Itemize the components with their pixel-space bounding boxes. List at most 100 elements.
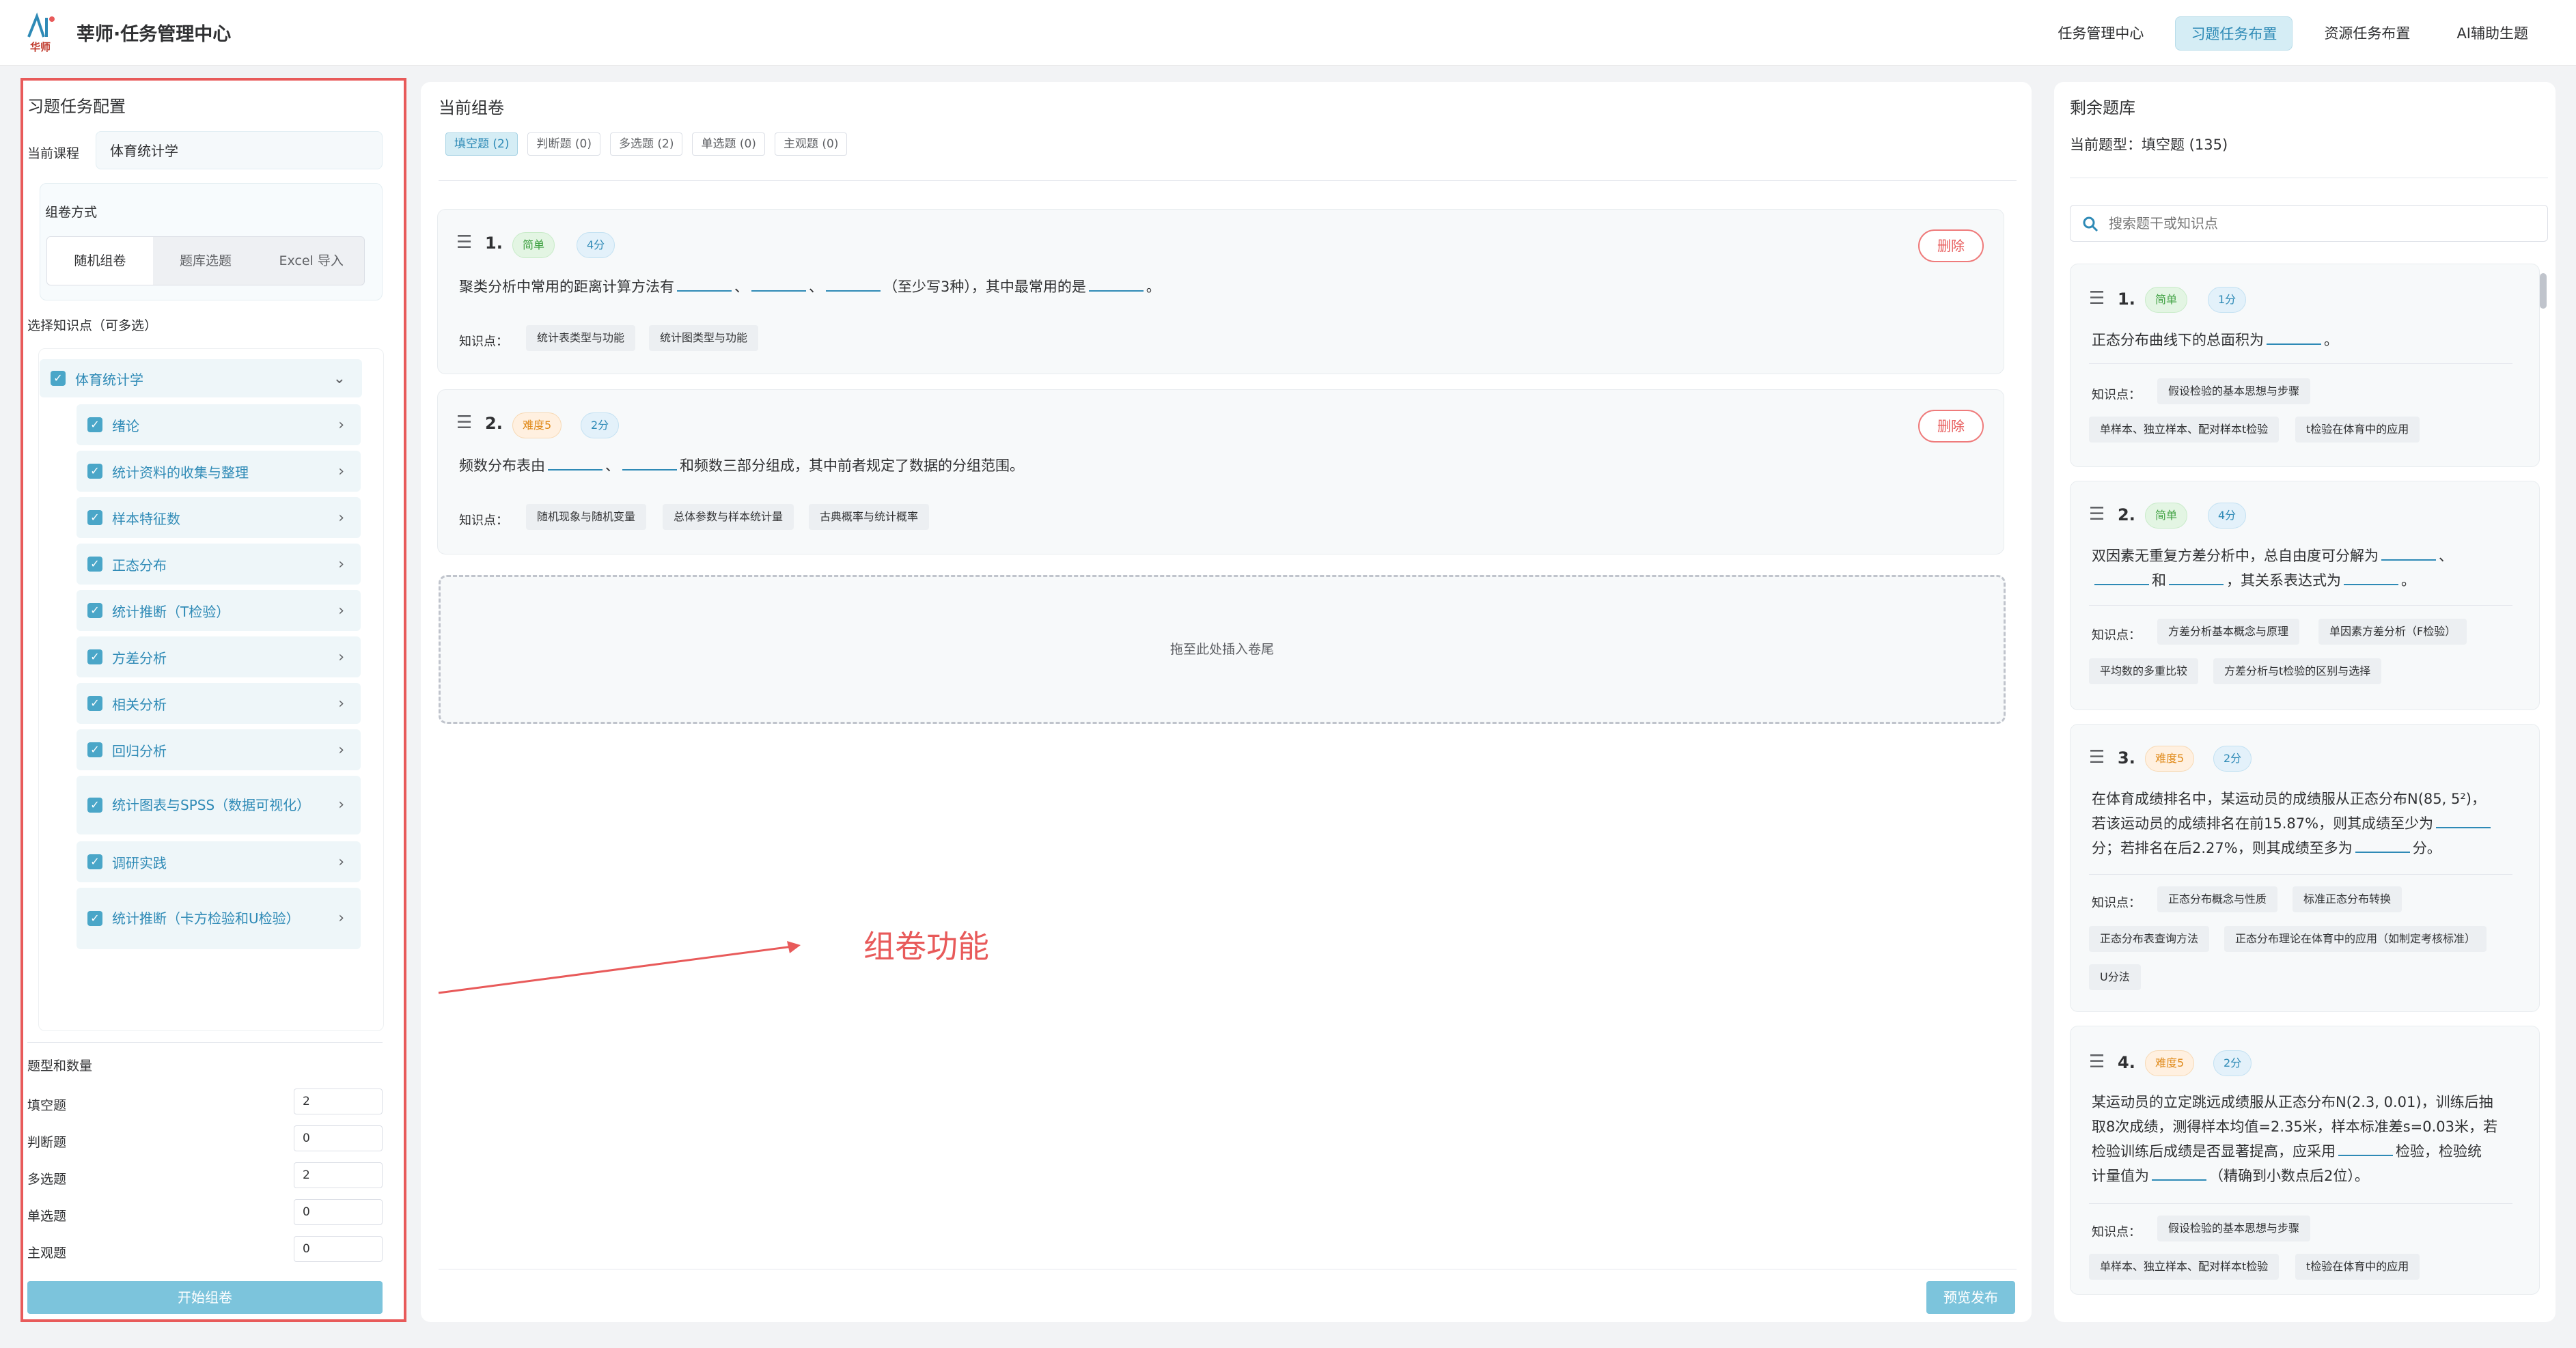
question-text-part: 取8次成绩，测得样本均值=2.35米，样本标准差s=0.03米，若 [2092, 1119, 2498, 1135]
tree-root[interactable]: ✓ 体育统计学 ⌄ [40, 359, 362, 397]
checkbox-checked-icon[interactable]: ✓ [87, 696, 102, 711]
tab-judge[interactable]: 判断题 (0) [527, 132, 600, 156]
checkbox-checked-icon[interactable]: ✓ [51, 371, 66, 386]
question-text-part: （至少写3种），其中最常用的是 [883, 279, 1086, 295]
kp-tag: 随机现象与随机变量 [526, 504, 647, 530]
question-text-part: 检验训练后成绩是否显著提高，应采用 [2092, 1143, 2336, 1160]
tree-item[interactable]: ✓ 方差分析 › [77, 636, 361, 677]
chevron-right-icon[interactable]: › [338, 509, 344, 526]
tab-subjective[interactable]: 主观题 (0) [774, 132, 848, 156]
checkbox-checked-icon[interactable]: ✓ [87, 911, 102, 926]
tree-item-label: 统计资料的收集与整理 [112, 464, 249, 481]
tree-item[interactable]: ✓ 回归分析 › [77, 729, 361, 770]
delete-button[interactable]: 删除 [1918, 410, 1984, 443]
question-text-part: 双因素无重复方差分析中，总自由度可分解为 [2092, 548, 2379, 564]
kp-label: 知识点： [2092, 628, 2141, 643]
method-random[interactable]: 随机组卷 [47, 237, 153, 285]
tree-item-label: 方差分析 [112, 649, 167, 666]
tree-item[interactable]: ✓ 调研实践 › [77, 841, 361, 882]
checkbox-checked-icon[interactable]: ✓ [87, 510, 102, 525]
blank [2338, 1141, 2393, 1156]
checkbox-checked-icon[interactable]: ✓ [87, 798, 102, 813]
nav-resource-task[interactable]: 资源任务布置 [2309, 16, 2425, 51]
chevron-right-icon[interactable]: › [338, 463, 344, 480]
tree-item-label: 回归分析 [112, 742, 167, 759]
chevron-right-icon[interactable]: › [338, 742, 344, 759]
checkbox-checked-icon[interactable]: ✓ [87, 603, 102, 618]
tree-item[interactable]: ✓ 统计推断（T检验） › [77, 590, 361, 631]
kp-tag: 正态分布概念与性质 [2157, 886, 2278, 912]
chevron-right-icon[interactable]: › [338, 602, 344, 619]
drag-handle-icon[interactable]: ☰ [456, 412, 472, 433]
kp-tag: 统计表类型与功能 [526, 325, 636, 351]
chevron-right-icon[interactable]: › [338, 854, 344, 871]
question-text-part: 、 [809, 279, 823, 295]
score-badge: 4分 [2208, 503, 2247, 529]
checkbox-checked-icon[interactable]: ✓ [87, 649, 102, 664]
qty-input-fill[interactable]: 2 [294, 1089, 383, 1114]
qty-label: 题型和数量 [27, 1058, 93, 1073]
tab-fill[interactable]: 填空题 (2) [445, 132, 518, 156]
drag-handle-icon[interactable]: ☰ [2089, 504, 2105, 524]
kp-tag: 方差分析基本概念与原理 [2157, 619, 2300, 645]
nav-ai-generate[interactable]: AI辅助生题 [2441, 16, 2543, 51]
question-text: 双因素无重复方差分析中，总自由度可分解为 、 和 ，其关系表达式为 。 [2092, 544, 2529, 593]
blank [548, 455, 603, 471]
qty-input-multi[interactable]: 2 [294, 1162, 383, 1188]
tree-item[interactable]: ✓ 样本特征数 › [77, 497, 361, 538]
tree-item[interactable]: ✓ 相关分析 › [77, 683, 361, 724]
question-text-part: 和 [2152, 572, 2166, 589]
drop-zone[interactable]: 拖至此处插入卷尾 [439, 575, 2006, 724]
tree-item[interactable]: ✓ 绪论 › [77, 404, 361, 445]
score-badge: 4分 [577, 232, 615, 258]
question-text-part: 频数分布表由 [459, 458, 545, 474]
qty-input-single[interactable]: 0 [294, 1199, 383, 1225]
checkbox-checked-icon[interactable]: ✓ [87, 464, 102, 479]
checkbox-checked-icon[interactable]: ✓ [87, 557, 102, 572]
preview-publish-button[interactable]: 预览发布 [1926, 1281, 2015, 1314]
tree-item[interactable]: ✓ 正态分布 › [77, 544, 361, 585]
method-excel[interactable]: Excel 导入 [258, 237, 364, 285]
tab-single[interactable]: 单选题 (0) [692, 132, 765, 156]
top-header: 华师 莘师·任务管理中心 任务管理中心 习题任务布置 资源任务布置 AI辅助生题 [0, 0, 2576, 66]
chevron-right-icon[interactable]: › [338, 417, 344, 434]
nav-exercise-task[interactable]: 习题任务布置 [2175, 16, 2293, 51]
tree-item[interactable]: ✓ 统计资料的收集与整理 › [77, 451, 361, 492]
question-number: 1. [485, 234, 503, 253]
chevron-right-icon[interactable]: › [338, 908, 344, 929]
tree-item-label: 调研实践 [112, 854, 167, 871]
drag-handle-icon[interactable]: ☰ [456, 232, 472, 253]
top-nav: 任务管理中心 习题任务布置 资源任务布置 AI辅助生题 [2042, 16, 2543, 51]
drag-handle-icon[interactable]: ☰ [2089, 747, 2105, 768]
checkbox-checked-icon[interactable]: ✓ [87, 742, 102, 757]
chevron-right-icon[interactable]: › [338, 556, 344, 573]
drag-handle-icon[interactable]: ☰ [2089, 288, 2105, 309]
delete-button[interactable]: 删除 [1918, 229, 1984, 262]
tree-item-label: 正态分布 [112, 557, 167, 574]
bank-search-box[interactable] [2070, 205, 2548, 242]
question-number: 1. [2118, 290, 2135, 309]
checkbox-checked-icon[interactable]: ✓ [87, 417, 102, 432]
start-compose-button[interactable]: 开始组卷 [27, 1281, 383, 1314]
chevron-right-icon[interactable]: › [338, 795, 344, 815]
method-label: 组卷方式 [45, 205, 98, 220]
chevron-down-icon[interactable]: ⌄ [333, 370, 346, 387]
kp-tag: 单因素方差分析（F检验） [2318, 619, 2467, 645]
question-number: 2. [485, 414, 503, 433]
drag-handle-icon[interactable]: ☰ [2089, 1052, 2105, 1072]
tree-item[interactable]: ✓ 统计推断（卡方检验和U检验） › [77, 888, 361, 949]
scrollbar-thumb[interactable] [2540, 273, 2547, 309]
chevron-right-icon[interactable]: › [338, 695, 344, 712]
qty-input-judge[interactable]: 0 [294, 1125, 383, 1151]
method-bank[interactable]: 题库选题 [153, 237, 259, 285]
question-text: 频数分布表由 、 和频数三部分组成，其中前者规定了数据的分组范围。 [459, 453, 1024, 478]
chevron-right-icon[interactable]: › [338, 649, 344, 666]
blank [2152, 1166, 2206, 1181]
question-text-part: 聚类分析中常用的距离计算方法有 [459, 279, 674, 295]
nav-task-center[interactable]: 任务管理中心 [2042, 16, 2159, 51]
checkbox-checked-icon[interactable]: ✓ [87, 854, 102, 869]
tab-multi[interactable]: 多选题 (2) [609, 132, 683, 156]
tree-item[interactable]: ✓ 统计图表与SPSS（数据可视化） › [77, 776, 361, 834]
qty-input-subjective[interactable]: 0 [294, 1236, 383, 1262]
search-input[interactable] [2109, 211, 2532, 236]
